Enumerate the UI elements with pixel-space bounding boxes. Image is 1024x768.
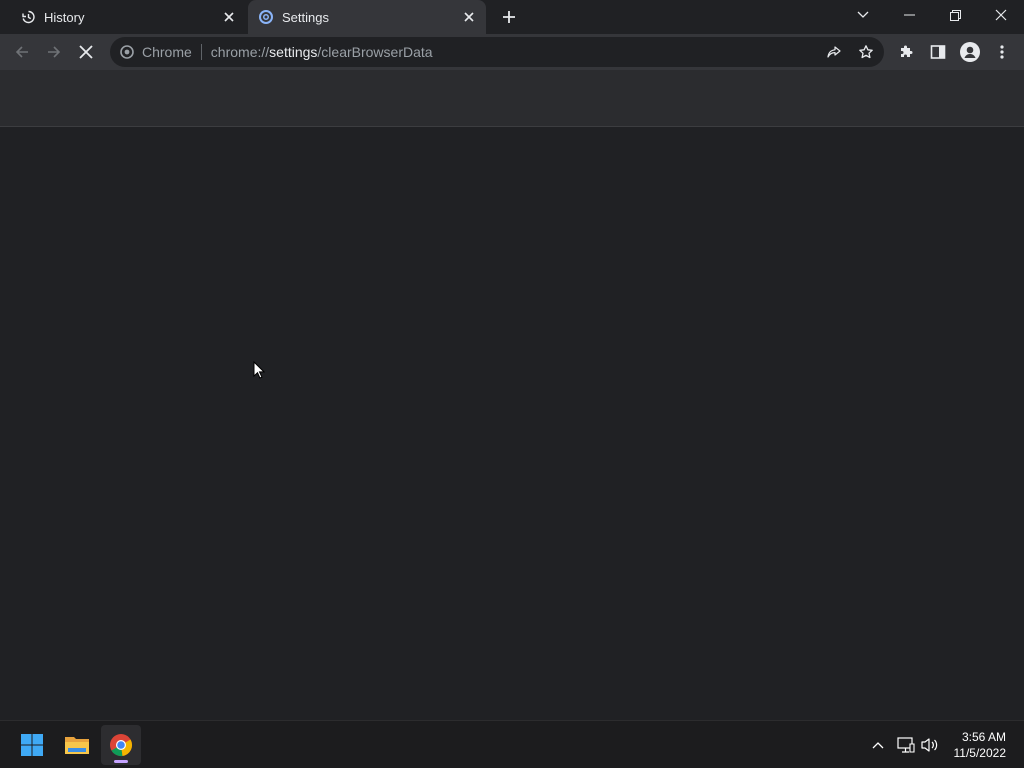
- tab-history-title: History: [44, 9, 85, 25]
- chrome-site-icon: [119, 44, 135, 60]
- puzzle-icon: [901, 45, 913, 57]
- tab-strip: History Settings: [0, 0, 1024, 34]
- side-panel-icon: [930, 45, 946, 59]
- speaker-icon: [921, 738, 938, 752]
- close-window-button[interactable]: [978, 0, 1024, 30]
- kebab-menu-icon: [1000, 45, 1004, 59]
- chevron-up-icon: [872, 742, 884, 749]
- close-icon[interactable]: [220, 8, 238, 26]
- url-text[interactable]: chrome://settings/clearBrowserData: [211, 44, 433, 60]
- forward-button[interactable]: [40, 38, 68, 66]
- minimize-icon: [903, 14, 915, 16]
- extensions-button[interactable]: [892, 38, 920, 66]
- browser-toolbar: Chrome chrome://settings/clearBrowserDat…: [0, 34, 1024, 70]
- menu-button[interactable]: [988, 38, 1016, 66]
- clock-date: 11/5/2022: [953, 746, 1007, 760]
- arrow-right-icon: [48, 46, 61, 58]
- url-host: settings: [269, 44, 318, 60]
- address-bar[interactable]: Chrome chrome://settings/clearBrowserDat…: [110, 37, 884, 67]
- close-icon: [995, 9, 1007, 21]
- tab-history[interactable]: History: [12, 0, 246, 34]
- tab-settings[interactable]: Settings: [248, 0, 486, 34]
- taskbar-clock[interactable]: 3:56 AM 11/5/2022: [954, 729, 1007, 761]
- start-button[interactable]: [12, 725, 52, 765]
- file-explorer-button[interactable]: [57, 725, 97, 765]
- url-path: /clearBrowserData: [317, 44, 433, 60]
- clock-time: 3:56 AM: [961, 730, 1006, 744]
- settings-page-body: [0, 127, 1024, 720]
- running-indicator: [114, 760, 128, 763]
- tab-settings-title: Settings: [282, 9, 329, 25]
- show-hidden-icons-button[interactable]: [868, 735, 888, 755]
- stop-loading-button[interactable]: [72, 38, 100, 66]
- back-button[interactable]: [8, 38, 36, 66]
- windows-start-icon: [21, 734, 43, 756]
- arrow-left-icon: [15, 46, 28, 58]
- history-icon: [20, 9, 36, 25]
- restore-button[interactable]: [932, 0, 978, 30]
- site-chip-label: Chrome: [142, 44, 192, 60]
- windows-taskbar: 3:56 AM 11/5/2022: [0, 720, 1024, 768]
- mouse-cursor-icon: [253, 361, 265, 379]
- url-scheme: chrome://: [210, 44, 270, 60]
- chevron-down-icon: [857, 11, 869, 18]
- network-icon: [897, 737, 915, 753]
- profile-button[interactable]: [956, 38, 984, 66]
- chrome-taskbar-button[interactable]: [101, 725, 141, 765]
- bookmark-star-icon[interactable]: [854, 40, 878, 64]
- network-button[interactable]: [896, 735, 916, 755]
- file-explorer-icon: [65, 737, 89, 754]
- restore-icon: [949, 9, 961, 21]
- volume-button[interactable]: [920, 735, 940, 755]
- minimize-button[interactable]: [886, 0, 932, 30]
- omnibox-divider: [200, 44, 202, 60]
- avatar-icon: [960, 42, 980, 62]
- chrome-icon: [110, 734, 133, 757]
- plus-icon: [503, 11, 515, 23]
- close-icon[interactable]: [460, 8, 478, 26]
- settings-header-bar: [0, 70, 1024, 127]
- stop-icon: [79, 45, 93, 59]
- settings-gear-icon: [258, 9, 274, 25]
- new-tab-button[interactable]: [498, 6, 520, 28]
- share-icon[interactable]: [822, 40, 846, 64]
- tab-search-button[interactable]: [840, 0, 886, 30]
- side-panel-button[interactable]: [924, 38, 952, 66]
